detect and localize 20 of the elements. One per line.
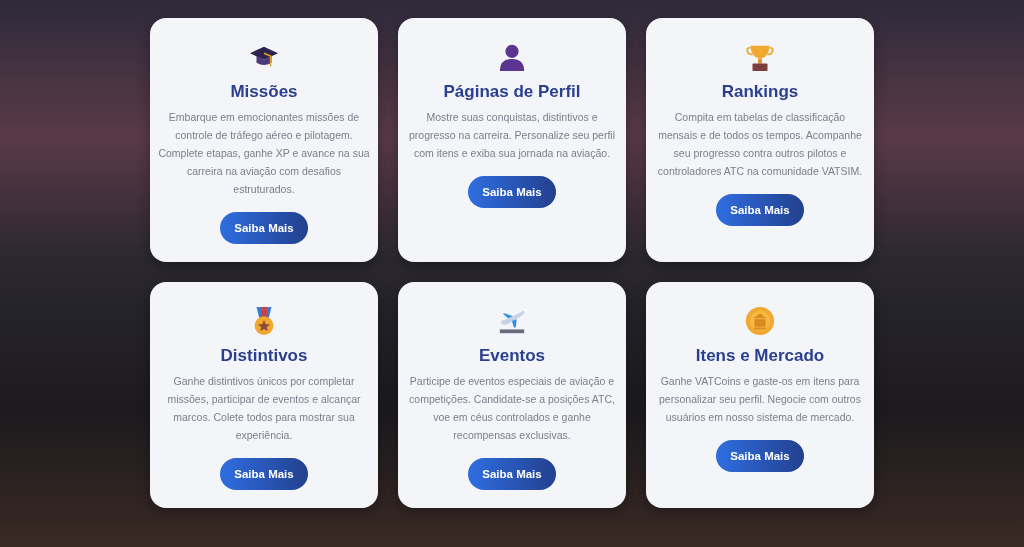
learn-more-button[interactable]: Saiba Mais — [716, 440, 804, 472]
card-title: Rankings — [721, 82, 799, 102]
coin-icon — [745, 306, 775, 336]
learn-more-button[interactable]: Saiba Mais — [468, 176, 556, 208]
learn-more-button[interactable]: Saiba Mais — [220, 458, 308, 490]
card-title: Eventos — [478, 346, 546, 366]
card-description: Compita em tabelas de classificação mensais e de todos os tempos. Acompanhe seu progresso contra outros pilotos e controladores ATC na comunidade VATSIM. — [656, 110, 864, 179]
card-title: Missões — [230, 82, 298, 102]
card-title: Páginas de Perfil — [443, 82, 581, 102]
learn-more-button[interactable]: Saiba Mais — [716, 194, 804, 226]
card-description: Ganhe VATCoins e gaste-os em itens para personalizar seu perfil. Negocie com outros usuários em nosso sistema de mercado. — [658, 374, 862, 425]
learn-more-button[interactable]: Saiba Mais — [468, 458, 556, 490]
card-title: Itens e Mercado — [695, 346, 825, 366]
card-title: Distintivos — [220, 346, 308, 366]
card-description: Mostre suas conquistas, distintivos e progresso na carreira. Personalize seu perfil com itens e exiba sua jornada na aviação. — [408, 110, 616, 161]
card-description: Ganhe distintivos únicos por completar missões, participar de eventos e alcançar marcos. Colete todos para mostrar sua experiência. — [166, 374, 362, 443]
card-description: Participe de eventos especiais de aviação e competições. Candidate-se a posições ATC, voe em céus controlados e ganhe recompensas exclusivas. — [408, 374, 616, 443]
learn-more-button[interactable]: Saiba Mais — [220, 212, 308, 244]
person-icon — [497, 42, 527, 72]
card-description: Embarque em emocionantes missões de controle de tráfego aéreo e pilotagem. Complete etapas, ganhe XP e avance na sua carreira na aviação com desafios estruturados. — [158, 110, 370, 197]
